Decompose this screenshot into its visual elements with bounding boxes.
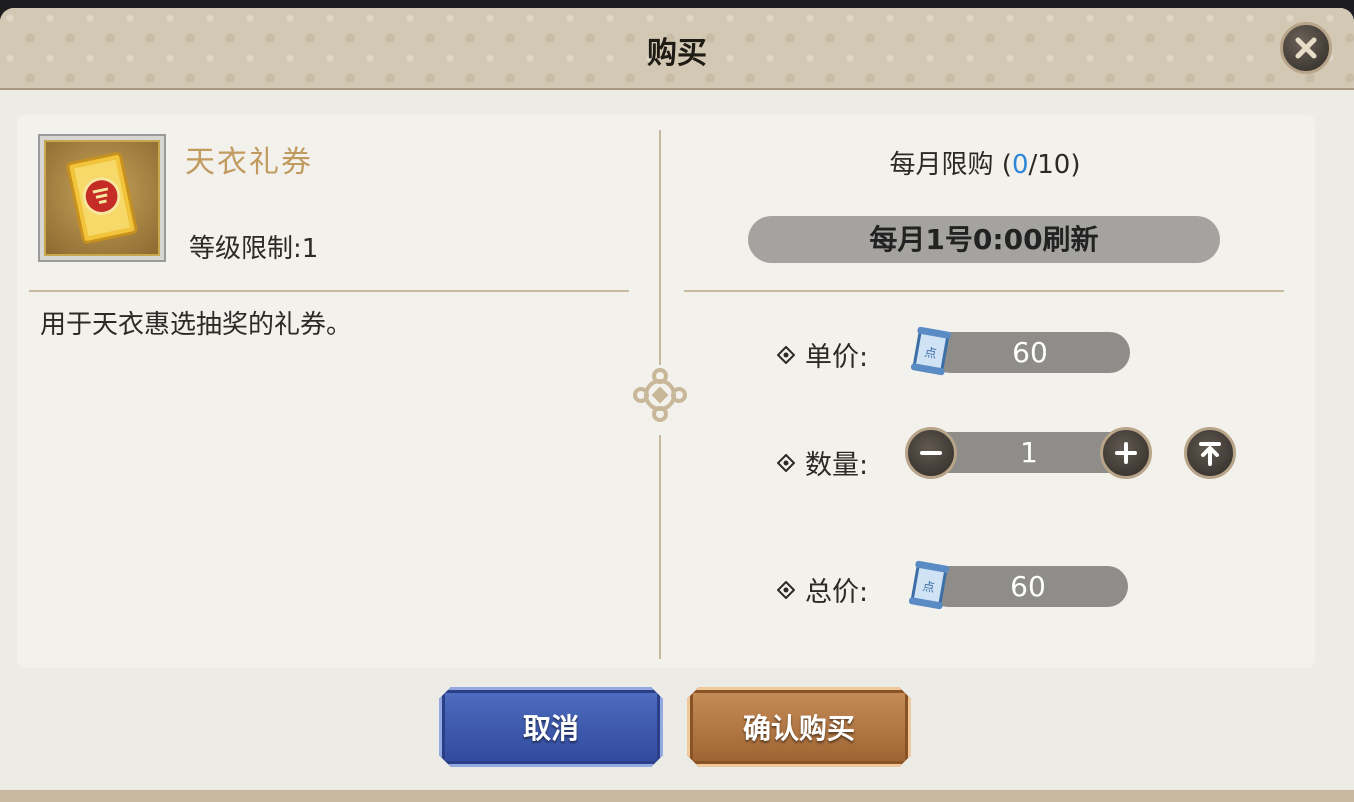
cancel-button[interactable]: 取消 [439, 687, 663, 767]
left-divider [29, 290, 629, 292]
center-divider-top [659, 130, 661, 365]
item-icon-frame [38, 134, 166, 262]
arrow-to-top-icon [1199, 442, 1221, 466]
limit-prefix: 每月限购 ( [889, 150, 1012, 180]
gift-coupon-icon [44, 140, 160, 256]
total-price-value: 60 [928, 566, 1128, 607]
bottom-border [0, 790, 1354, 802]
limit-total: /10) [1028, 150, 1081, 180]
quantity-row: 数量: [777, 443, 868, 482]
monthly-limit: 每月限购 (0/10) [685, 144, 1285, 181]
center-divider-bottom [659, 435, 661, 659]
unit-price-value: 60 [930, 332, 1130, 373]
unit-price-row: 单价: [777, 335, 868, 374]
title-bar: 购买 [0, 8, 1354, 90]
confirm-purchase-button[interactable]: 确认购买 [687, 687, 911, 767]
content-panel: 天衣礼券 等级限制:1 用于天衣惠选抽奖的礼券。 每月限购 (0/10) 每月1… [17, 115, 1315, 668]
decrease-button[interactable] [905, 427, 957, 479]
bullet-icon [777, 580, 795, 599]
coupon-scroll-icon: 点 [908, 560, 950, 610]
level-limit: 等级限制:1 [189, 234, 319, 264]
max-quantity-button[interactable] [1184, 427, 1236, 479]
quantity-label: 数量: [805, 450, 869, 481]
item-name: 天衣礼券 [185, 145, 313, 180]
svg-text:点: 点 [922, 579, 936, 595]
plus-icon [1115, 442, 1137, 464]
dialog-title: 购买 [647, 36, 707, 71]
unit-price-label: 单价: [805, 342, 869, 373]
ornament-icon [633, 368, 687, 422]
bullet-icon [777, 453, 795, 472]
refresh-info: 每月1号0:00刷新 [748, 216, 1220, 263]
increase-button[interactable] [1100, 427, 1152, 479]
close-button[interactable] [1280, 22, 1332, 74]
purchase-dialog: 购买 天衣礼券 等级限制:1 用于天衣惠选抽奖的礼券。 每月限购 (0/10) … [0, 8, 1354, 802]
minus-icon [920, 451, 942, 455]
total-price-label: 总价: [805, 577, 869, 608]
total-price-row: 总价: [777, 570, 868, 609]
close-icon [1295, 37, 1317, 59]
coupon-scroll-icon: 点 [910, 326, 952, 376]
right-divider [684, 290, 1284, 292]
item-description: 用于天衣惠选抽奖的礼券。 [40, 310, 353, 340]
svg-text:点: 点 [924, 345, 938, 361]
bullet-icon [777, 345, 795, 364]
limit-current: 0 [1011, 150, 1029, 180]
